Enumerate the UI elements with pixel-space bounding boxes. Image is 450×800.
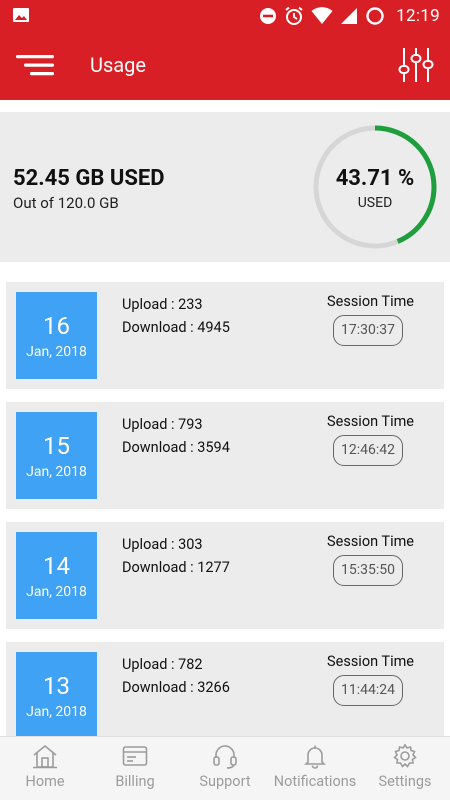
data-used-text: 52.45 GB USED xyxy=(13,166,165,191)
session-card[interactable]: 14 Jan, 2018 Upload : 303 Download : 127… xyxy=(6,522,444,629)
usage-percent-label: USED xyxy=(357,195,393,211)
menu-button[interactable] xyxy=(16,50,56,80)
nav-home-label: Home xyxy=(25,773,65,790)
status-bar: 12:19 xyxy=(0,0,450,32)
date-day: 16 xyxy=(43,312,70,340)
download-text: Download : 3594 xyxy=(122,439,230,456)
nav-settings[interactable]: Settings xyxy=(360,737,450,800)
wifi-icon xyxy=(311,7,333,24)
date-badge: 16 Jan, 2018 xyxy=(16,292,97,379)
date-month: Jan, 2018 xyxy=(26,464,87,480)
date-month: Jan, 2018 xyxy=(26,584,87,600)
traffic-info: Upload : 793 Download : 3594 xyxy=(122,413,230,459)
cell-signal-icon xyxy=(341,8,358,24)
date-badge: 13 Jan, 2018 xyxy=(16,652,97,739)
date-day: 14 xyxy=(43,552,70,580)
traffic-info: Upload : 782 Download : 3266 xyxy=(122,653,230,699)
nav-support-label: Support xyxy=(199,773,251,790)
nav-notifications[interactable]: Notifications xyxy=(270,737,360,800)
session-time-value: 15:35:50 xyxy=(333,555,403,586)
upload-text: Upload : 793 xyxy=(122,416,203,433)
nav-home[interactable]: Home xyxy=(0,737,90,800)
session-time-label: Session Time xyxy=(327,653,414,670)
download-text: Download : 1277 xyxy=(122,559,230,576)
date-day: 15 xyxy=(43,432,70,460)
upload-text: Upload : 782 xyxy=(122,656,203,673)
download-text: Download : 3266 xyxy=(122,679,230,696)
session-time-value: 12:46:42 xyxy=(333,435,403,466)
usage-percent: 43.71 % xyxy=(335,166,415,191)
traffic-info: Upload : 233 Download : 4945 xyxy=(122,293,230,339)
bell-icon xyxy=(304,745,326,769)
headset-icon xyxy=(213,745,237,769)
date-month: Jan, 2018 xyxy=(26,344,87,360)
session-card[interactable]: 15 Jan, 2018 Upload : 793 Download : 359… xyxy=(6,402,444,509)
upload-text: Upload : 303 xyxy=(122,536,203,553)
session-time-label: Session Time xyxy=(327,293,414,310)
battery-ring-icon xyxy=(366,7,384,25)
nav-support[interactable]: Support xyxy=(180,737,270,800)
filter-sliders-button[interactable] xyxy=(398,46,434,84)
nav-billing-label: Billing xyxy=(115,773,155,790)
session-card[interactable]: 13 Jan, 2018 Upload : 782 Download : 326… xyxy=(6,642,444,749)
do-not-disturb-icon xyxy=(260,8,277,24)
status-icons: 12:19 xyxy=(259,4,440,28)
page-title: Usage xyxy=(90,53,147,77)
bottom-nav: Home Billing Support Notifications Setti… xyxy=(0,736,450,800)
clock: 12:19 xyxy=(396,6,440,26)
date-day: 13 xyxy=(43,672,70,700)
gear-icon xyxy=(393,743,417,768)
session-time-label: Session Time xyxy=(327,533,414,550)
nav-billing[interactable]: Billing xyxy=(90,737,180,800)
session-card[interactable]: 16 Jan, 2018 Upload : 233 Download : 494… xyxy=(6,282,444,389)
usage-summary: 52.45 GB USED Out of 120.0 GB 43.71 % US… xyxy=(0,112,450,262)
nav-notifications-label: Notifications xyxy=(273,773,357,790)
session-time-label: Session Time xyxy=(327,413,414,430)
upload-text: Upload : 233 xyxy=(122,296,203,313)
date-badge: 15 Jan, 2018 xyxy=(16,412,97,499)
traffic-info: Upload : 303 Download : 1277 xyxy=(122,533,230,579)
alarm-icon xyxy=(285,6,303,25)
data-total-text: Out of 120.0 GB xyxy=(13,194,119,212)
gallery-notification-icon xyxy=(13,8,29,22)
home-icon xyxy=(33,744,57,769)
billing-icon xyxy=(122,746,148,766)
app-bar: Usage xyxy=(0,32,450,100)
date-badge: 14 Jan, 2018 xyxy=(16,532,97,619)
session-time-value: 11:44:24 xyxy=(333,675,403,706)
nav-settings-label: Settings xyxy=(378,773,432,790)
download-text: Download : 4945 xyxy=(122,319,230,336)
date-month: Jan, 2018 xyxy=(26,704,87,720)
session-time-value: 17:30:37 xyxy=(333,315,403,346)
